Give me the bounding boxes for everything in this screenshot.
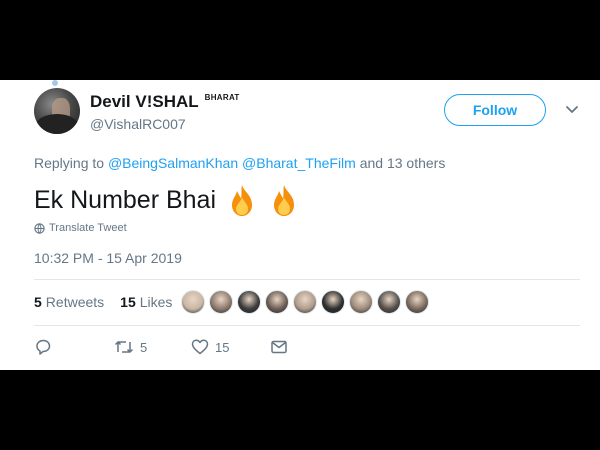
tweet-card: Devil V!SHAL BHARAT @VishalRC007 Follow …	[0, 80, 600, 370]
replying-to-label: Replying to	[34, 155, 105, 171]
timestamp[interactable]: 10:32 PM - 15 Apr 2019	[34, 250, 182, 266]
author-name-row: Devil V!SHAL BHARAT	[90, 92, 240, 112]
liker-avatar[interactable]	[405, 290, 429, 314]
liker-avatar[interactable]	[237, 290, 261, 314]
tweet-text: Ek Number Bhai	[34, 183, 300, 217]
mention-link[interactable]: @Bharat_TheFilm	[242, 155, 356, 171]
replying-to: Replying to @BeingSalmanKhan @Bharat_The…	[34, 155, 445, 171]
fire-emoji-icon	[274, 185, 295, 216]
globe-icon	[34, 222, 45, 234]
follow-button[interactable]: Follow	[444, 94, 546, 126]
retweet-icon	[114, 341, 134, 353]
liker-avatar[interactable]	[377, 290, 401, 314]
reply-button[interactable]	[34, 338, 52, 356]
likes-stat[interactable]: 15 Likes	[120, 294, 172, 310]
direct-message-button[interactable]	[270, 338, 288, 356]
fire-emoji-icon	[232, 185, 253, 216]
reply-icon	[36, 339, 51, 355]
display-name[interactable]: Devil V!SHAL	[90, 92, 199, 112]
envelope-icon	[271, 340, 287, 354]
translate-tweet[interactable]: Translate Tweet	[34, 222, 127, 234]
liker-avatar[interactable]	[265, 290, 289, 314]
chevron-down-icon[interactable]	[565, 105, 579, 115]
divider	[34, 325, 580, 326]
liker-avatar[interactable]	[181, 290, 205, 314]
avatar[interactable]	[34, 88, 80, 134]
retweets-stat[interactable]: 5 Retweets	[34, 294, 104, 310]
like-button[interactable]: 15	[191, 338, 229, 356]
tweet-actions: 5 15	[34, 338, 434, 362]
mention-link[interactable]: @BeingSalmanKhan	[108, 155, 238, 171]
tweet-text-content: Ek Number Bhai	[34, 185, 217, 214]
retweet-button[interactable]: 5	[114, 338, 147, 356]
retweets-count: 5	[34, 294, 42, 310]
like-count: 15	[215, 339, 230, 355]
liker-avatar[interactable]	[293, 290, 317, 314]
divider	[34, 279, 580, 280]
thread-dot	[52, 80, 58, 86]
liker-avatar[interactable]	[349, 290, 373, 314]
liker-avatar[interactable]	[209, 290, 233, 314]
liker-avatars	[181, 290, 433, 314]
likes-count: 15	[120, 294, 136, 310]
heart-icon	[191, 339, 209, 355]
retweet-count: 5	[140, 339, 148, 355]
likes-label: Likes	[139, 294, 173, 310]
name-tag: BHARAT	[204, 93, 240, 102]
engagement-stats: 5 Retweets 15 Likes	[34, 294, 172, 310]
translate-label[interactable]: Translate Tweet	[49, 222, 127, 234]
retweets-label: Retweets	[45, 294, 105, 310]
others-link[interactable]: and 13 others	[360, 155, 446, 171]
liker-avatar[interactable]	[321, 290, 345, 314]
user-handle[interactable]: @VishalRC007	[90, 116, 186, 132]
